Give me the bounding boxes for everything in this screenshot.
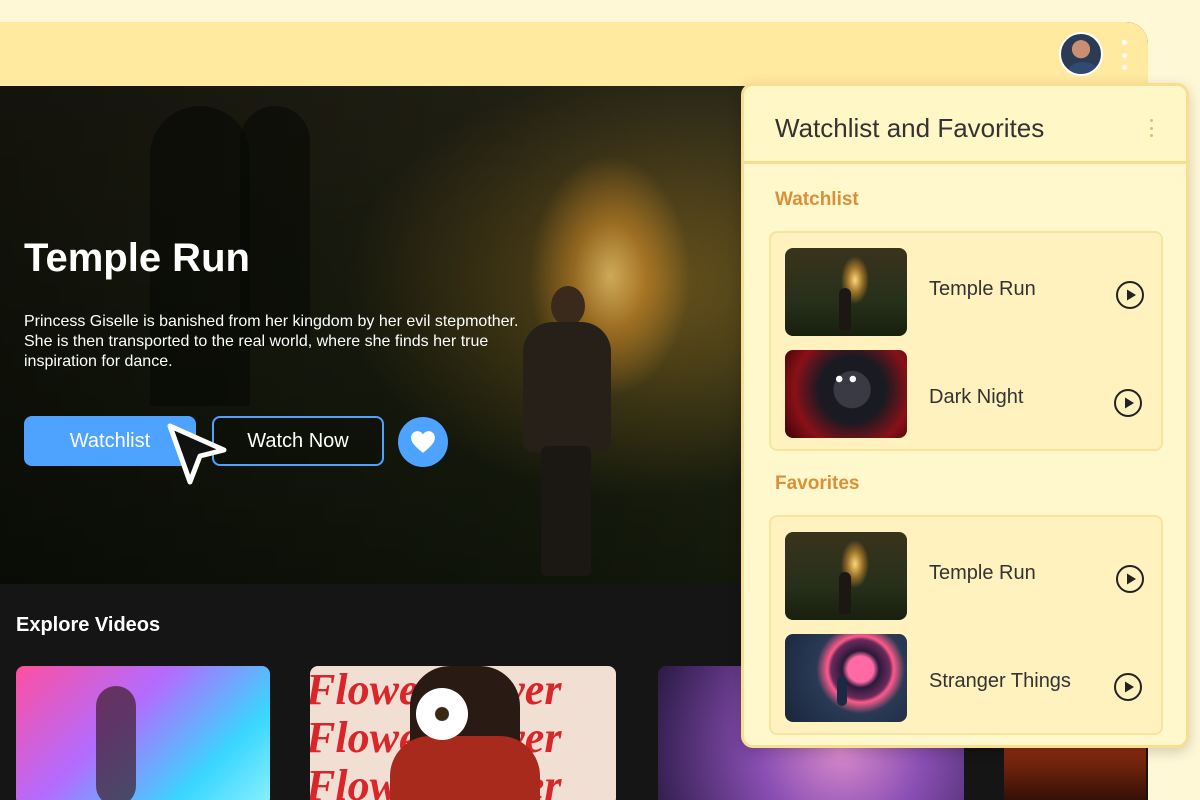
- explore-videos-title: Explore Videos: [16, 614, 161, 636]
- item-thumbnail: [785, 350, 907, 438]
- item-title: Temple Run: [929, 562, 1036, 584]
- item-thumbnail: [785, 532, 907, 620]
- user-avatar[interactable]: [1059, 32, 1103, 76]
- hero-description: Princess Giselle is banished from her ki…: [24, 313, 519, 370]
- item-title: Dark Night: [929, 386, 1024, 408]
- favorites-section-title: Favorites: [775, 473, 860, 494]
- list-item[interactable]: Dark Night: [785, 350, 1149, 440]
- panel-kebab-menu-icon[interactable]: [1148, 119, 1154, 137]
- favorite-button[interactable]: [398, 417, 448, 467]
- watchlist-list: Temple Run Dark Night: [769, 231, 1163, 451]
- kebab-menu-icon[interactable]: [1116, 40, 1132, 70]
- list-item[interactable]: Temple Run: [785, 248, 1149, 338]
- play-circle-icon[interactable]: [1115, 280, 1145, 310]
- item-thumbnail: [785, 248, 907, 336]
- favorites-list: Temple Run Stranger Things: [769, 515, 1163, 735]
- item-title: Stranger Things: [929, 670, 1071, 692]
- video-thumbnail-flower-power[interactable]: Flower Power Flower Power Flower Power: [310, 666, 616, 800]
- red-shirt: [390, 736, 540, 800]
- top-bar: [0, 22, 1148, 86]
- watchlist-section-title: Watchlist: [775, 189, 859, 210]
- watchlist-favorites-panel: Watchlist and Favorites Watchlist Temple…: [741, 83, 1189, 748]
- play-circle-icon[interactable]: [1113, 388, 1143, 418]
- dancer-figure: [96, 686, 136, 800]
- item-thumbnail: [785, 634, 907, 722]
- item-title: Temple Run: [929, 278, 1036, 300]
- flower-icon: [416, 688, 468, 740]
- hero-title: Temple Run: [24, 236, 250, 280]
- play-circle-icon[interactable]: [1115, 564, 1145, 594]
- list-item[interactable]: Stranger Things: [785, 634, 1149, 724]
- play-circle-icon[interactable]: [1113, 672, 1143, 702]
- video-thumbnail-dancer[interactable]: [16, 666, 270, 800]
- list-item[interactable]: Temple Run: [785, 532, 1149, 622]
- heart-icon: [411, 431, 435, 453]
- watch-now-button[interactable]: Watch Now: [212, 416, 384, 466]
- panel-header: Watchlist and Favorites: [744, 86, 1186, 164]
- mouse-pointer-icon: [167, 423, 227, 485]
- panel-title: Watchlist and Favorites: [775, 113, 1045, 143]
